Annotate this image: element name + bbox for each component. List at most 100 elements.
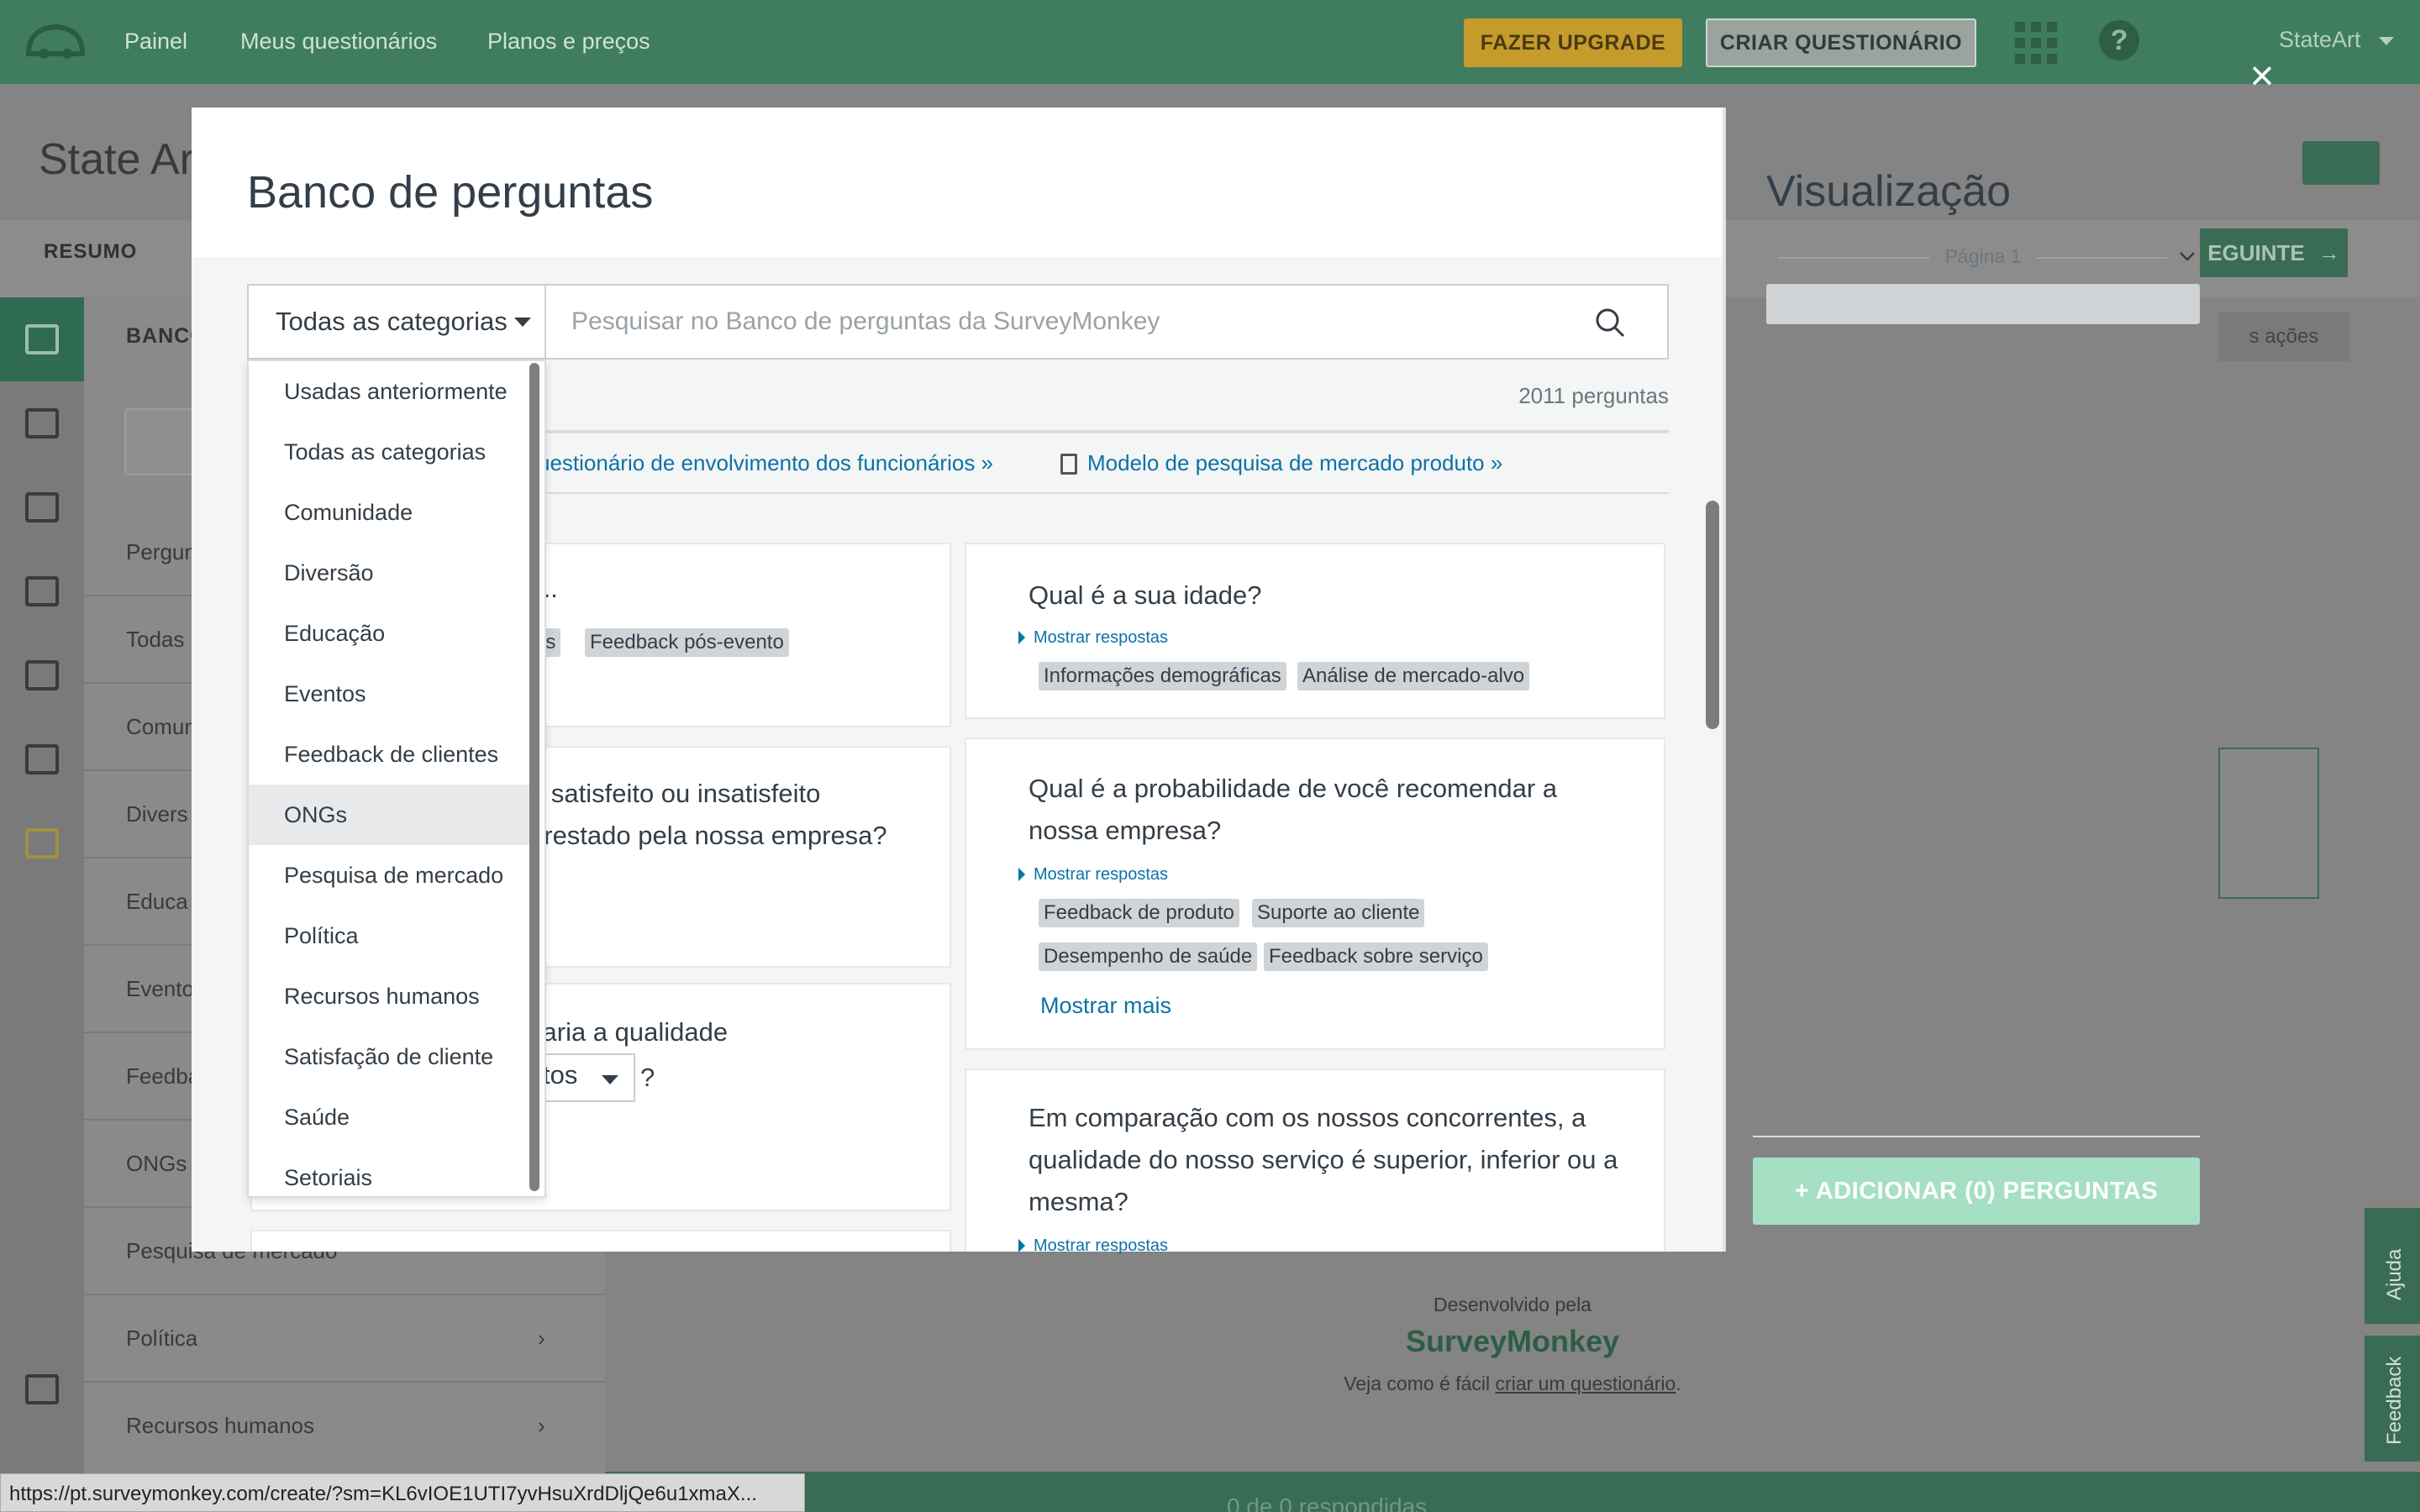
category-option[interactable]: Setoriais [249,1147,531,1208]
preview-placeholder [1766,284,2200,324]
apps-grid-icon[interactable] [2015,22,2057,64]
question-bank-icon [25,324,59,354]
show-more-link[interactable]: Mostrar mais [1040,993,1171,1019]
page-label: Página 1 [1944,245,2022,267]
category-tag[interactable]: Desempenho de saúde [1039,942,1258,971]
user-menu[interactable]: StateArt [2279,27,2395,53]
category-option[interactable]: Diversão [249,543,531,603]
category-select[interactable]: Todas as categorias [247,284,546,360]
top-bar: Painel Meus questionários Planos e preço… [0,0,2420,84]
close-icon[interactable]: × [2242,55,2282,97]
category-option[interactable]: Recursos humanos [249,966,531,1026]
category-tag[interactable]: Feedback pós-evento [585,628,789,657]
category-option-active[interactable]: ONGs [249,785,531,845]
actions-dropdown[interactable]: s ações [2218,312,2349,361]
question-search-input[interactable] [548,286,1556,358]
status-bar-url: https://pt.surveymonkey.com/create/?sm=K… [0,1473,805,1512]
dropdown-scrollbar[interactable] [529,363,539,1191]
category-dropdown: Usadas anteriormente Todas as categorias… [247,360,546,1198]
show-answers-link[interactable]: Mostrar respostas [1018,1236,1168,1256]
help-icon[interactable]: ? [2099,20,2139,60]
question-card-age[interactable]: Qual é a sua idade? Mostrar respostas In… [965,543,1665,719]
question-card-recommend[interactable]: Qual é a probabilidade de você recomenda… [965,738,1665,1050]
feedback-tab[interactable]: Feedback [2365,1336,2420,1462]
left-item[interactable]: Comun [126,714,197,740]
help-tab-label: Ajuda [2383,1248,2406,1300]
print-icon[interactable] [25,1374,59,1404]
inline-select[interactable]: tos [538,1053,635,1102]
question-suffix: ? [640,1063,655,1092]
create-survey-link[interactable]: criar um questionário [1496,1373,1676,1394]
summary-tab[interactable]: RESUMO [44,240,137,264]
category-option[interactable]: Feedback de clientes [249,724,531,785]
tag-icon[interactable] [25,828,59,858]
logic-icon[interactable] [25,576,59,606]
category-option[interactable]: Pesquisa de mercado [249,845,531,906]
template-link-engagement[interactable]: uestionário de envolvimento dos funcioná… [538,450,993,476]
next-button[interactable]: EGUINTE → [2200,228,2348,277]
template-link-market-research[interactable]: Modelo de pesquisa de mercado produto » [1087,450,1502,476]
category-option[interactable]: Usadas anteriormente [249,361,531,422]
chevron-down-icon [2379,36,2395,45]
next-label: EGUINTE [2207,239,2305,265]
nav-painel[interactable]: Painel [124,29,187,55]
library-icon[interactable] [25,744,59,774]
caret-down-icon [513,317,531,327]
left-item[interactable]: Feedba [126,1063,200,1089]
divider [2037,257,2168,259]
category-selected: Todas as categorias [276,307,508,336]
left-item[interactable]: Recursos humanos [126,1413,314,1439]
category-option[interactable]: Saúde [249,1087,531,1147]
feedback-tab-label: Feedback [2383,1356,2406,1445]
question-text: Qual é a sua idade? [1028,580,1262,610]
show-answers-link[interactable]: Mostrar respostas [1018,865,1168,885]
inline-select-value: tos [543,1060,578,1089]
divider [84,1381,605,1383]
chevron-down-icon[interactable] [2178,247,2196,265]
category-option[interactable]: Satisfação de cliente [249,1026,531,1087]
divider [1753,1136,2200,1137]
category-option[interactable]: Eventos [249,664,531,724]
chevron-right-icon: › [538,1413,545,1438]
nav-planos-precos[interactable]: Planos e preços [487,29,650,55]
nav-meus-questionarios[interactable]: Meus questionários [240,29,437,55]
responses-count: 0 de 0 respondidas [1227,1494,1428,1512]
left-item[interactable]: Todas [126,627,184,653]
analyze-icon[interactable] [25,408,59,438]
question-text: Qual é a probabilidade de você recomenda… [1028,774,1558,845]
left-item[interactable]: ONGs [126,1151,187,1177]
surveymonkey-logo-icon[interactable] [25,20,86,60]
create-survey-button[interactable]: CRIAR QUESTIONÁRIO [1706,18,1976,67]
category-tag[interactable]: Análise de mercado-alvo [1297,662,1530,690]
help-tab[interactable]: Ajuda [2365,1208,2420,1324]
question-card-competitors[interactable]: Em comparação com os nossos concorrentes… [965,1068,1665,1255]
questions-scrollbar[interactable] [1706,501,1719,729]
powered-by: Desenvolvido pela [1434,1294,1591,1315]
search-icon[interactable] [1590,302,1632,344]
category-tag[interactable]: Feedback sobre serviço [1264,942,1488,971]
category-option[interactable]: Política [249,906,531,966]
left-item[interactable]: Divers [126,801,188,827]
category-option[interactable]: Todas as categorias [249,422,531,482]
category-tag[interactable]: Feedback de produto [1039,899,1239,927]
category-tag[interactable]: Informações demográficas [1039,662,1286,690]
options-icon[interactable] [25,660,59,690]
left-item[interactable]: Evento [126,976,194,1002]
left-item[interactable]: Educa [126,889,188,915]
left-item[interactable]: Pergun [126,539,197,565]
question-count: 2011 perguntas [1518,383,1669,408]
design-icon[interactable] [25,492,59,522]
left-item[interactable]: Política [126,1326,197,1352]
upgrade-button[interactable]: FAZER UPGRADE [1464,18,1682,67]
chat-icon[interactable] [2302,141,2380,185]
background-panel [2218,748,2319,899]
category-option[interactable]: Educação [249,603,531,664]
document-icon [1060,454,1077,475]
modal-divider [1723,108,1726,1252]
surveymonkey-brand[interactable]: SurveyMonkey [1378,1324,1647,1359]
category-option[interactable]: Comunidade [249,482,531,543]
show-answers-link[interactable]: Mostrar respostas [1018,628,1168,648]
add-questions-button[interactable]: + ADICIONAR (0) PERGUNTAS [1753,1158,2200,1225]
category-tag[interactable]: Suporte ao cliente [1252,899,1425,927]
question-card[interactable] [250,1230,951,1252]
